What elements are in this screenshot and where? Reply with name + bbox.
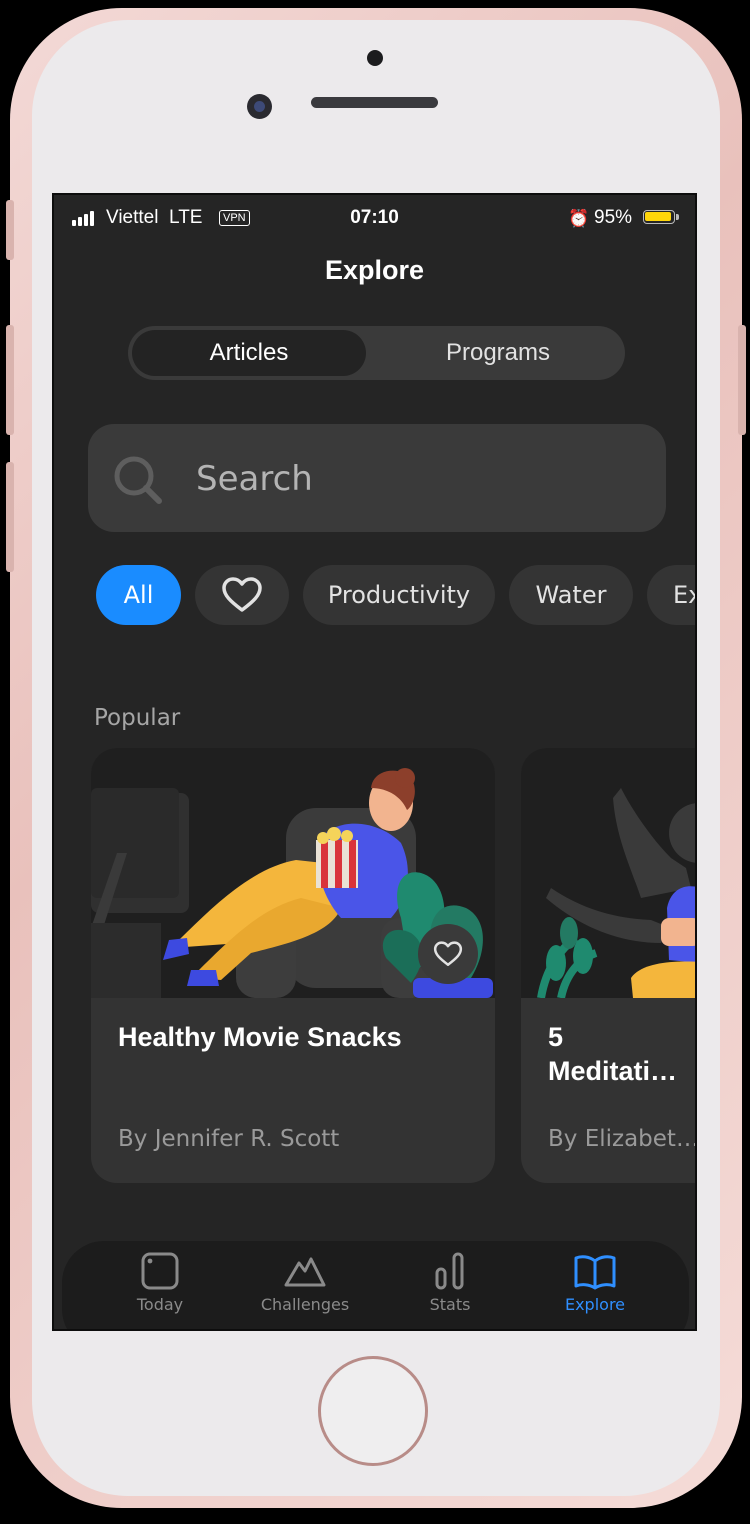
tab-articles[interactable]: Articles xyxy=(132,330,366,376)
article-author: By Jennifer R. Scott xyxy=(118,1126,340,1152)
filter-chips: All Productivity Water Ex xyxy=(96,565,695,627)
power-button xyxy=(738,325,746,435)
tab-bar: Today Challenges Stats Explore xyxy=(62,1241,689,1329)
article-card[interactable]: 5 Meditati… to Get You By Elizabet… xyxy=(521,748,697,1183)
article-title: Healthy Movie Snacks xyxy=(118,1022,402,1052)
tab-today[interactable]: Today xyxy=(100,1251,220,1314)
volume-up-button xyxy=(6,325,14,435)
article-card[interactable]: Healthy Movie Snacks By Jennifer R. Scot… xyxy=(91,748,495,1183)
favorite-button[interactable] xyxy=(418,924,478,984)
search-icon xyxy=(114,456,162,504)
proximity-sensor xyxy=(367,50,383,66)
tab-stats-label: Stats xyxy=(429,1295,471,1314)
book-icon xyxy=(574,1255,616,1290)
tab-challenges-label: Challenges xyxy=(260,1295,350,1314)
heart-icon xyxy=(222,577,262,612)
app-screen: Viettel LTE VPN 07:10 ⏰ 95% Explore Arti… xyxy=(52,193,697,1331)
article-title: 5 Meditati… to Get You xyxy=(548,1022,678,1086)
chip-next[interactable]: Ex xyxy=(647,565,695,625)
heart-icon xyxy=(433,941,463,966)
tab-challenges[interactable]: Challenges xyxy=(245,1251,365,1314)
challenges-icon xyxy=(284,1257,326,1287)
section-popular-label: Popular xyxy=(94,705,181,731)
article-illustration xyxy=(91,748,495,998)
chip-productivity[interactable]: Productivity xyxy=(303,565,495,625)
home-button[interactable] xyxy=(318,1356,428,1466)
chip-water[interactable]: Water xyxy=(509,565,633,625)
tab-explore[interactable]: Explore xyxy=(535,1251,655,1314)
tab-programs[interactable]: Programs xyxy=(378,330,618,376)
front-camera xyxy=(247,94,272,119)
article-illustration xyxy=(521,748,695,998)
search-input[interactable] xyxy=(194,454,638,504)
volume-down-button xyxy=(6,462,14,572)
tab-stats[interactable]: Stats xyxy=(390,1251,510,1314)
tab-explore-label: Explore xyxy=(564,1295,626,1314)
mute-switch xyxy=(6,200,14,260)
today-icon xyxy=(141,1252,179,1290)
status-bar: Viettel LTE VPN 07:10 ⏰ 95% xyxy=(54,195,695,241)
battery-icon xyxy=(643,210,679,224)
segmented-control: Articles Programs xyxy=(128,326,625,380)
tab-today-label: Today xyxy=(136,1295,184,1314)
earpiece-speaker xyxy=(311,97,438,108)
article-author: By Elizabet… xyxy=(548,1126,697,1152)
stats-icon xyxy=(435,1252,464,1290)
chip-favorites[interactable] xyxy=(195,565,289,625)
battery-percent: 95% xyxy=(594,207,633,228)
search-bar[interactable] xyxy=(88,424,666,532)
chip-all[interactable]: All xyxy=(96,565,181,625)
page-title: Explore xyxy=(324,255,425,285)
alarm-icon: ⏰ xyxy=(568,209,590,228)
